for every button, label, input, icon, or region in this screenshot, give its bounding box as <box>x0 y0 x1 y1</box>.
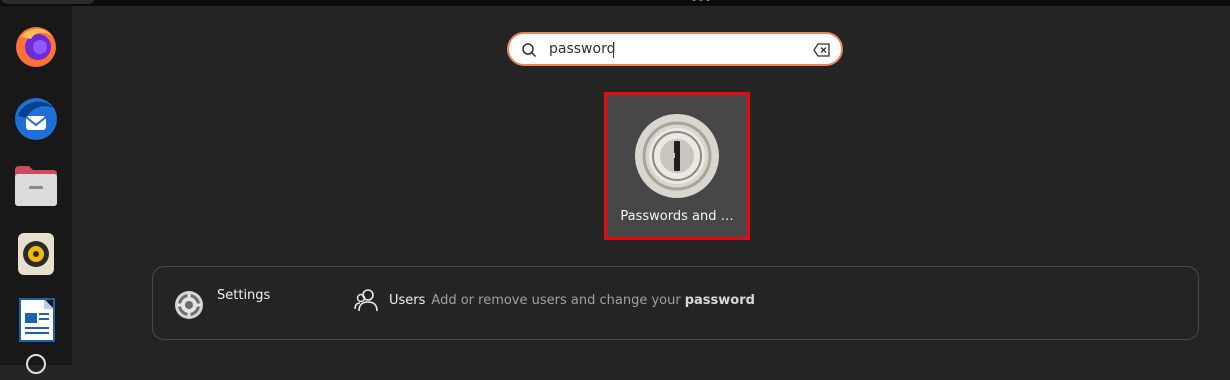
text-caret <box>613 42 614 58</box>
workspace-indicator <box>692 0 714 3</box>
search-input[interactable] <box>549 38 799 60</box>
passwords-keys-icon <box>635 114 719 198</box>
search-provider-settings: Settings Users Add or remove users and c… <box>152 266 1199 340</box>
result-title: Users <box>389 292 426 308</box>
app-label: Passwords and … <box>620 209 734 224</box>
dock-item-help[interactable] <box>8 350 64 380</box>
thunderbird-icon <box>15 98 57 140</box>
dock-item-writer[interactable] <box>8 292 64 348</box>
settings-icon[interactable] <box>173 289 205 321</box>
dock-item-firefox[interactable] <box>8 18 64 74</box>
clear-icon[interactable] <box>813 43 831 57</box>
dock-item-rhythmbox[interactable] <box>8 226 64 282</box>
result-highlight: password <box>684 292 755 308</box>
rhythmbox-icon <box>18 233 54 275</box>
provider-result-users[interactable]: Users Add or remove users and change you… <box>353 287 755 313</box>
dock <box>0 6 72 374</box>
search-icon <box>522 43 537 58</box>
help-icon <box>26 354 46 374</box>
dock-item-files[interactable] <box>8 158 64 214</box>
writer-icon <box>19 298 55 342</box>
search-field[interactable] <box>507 32 843 66</box>
activities-pill[interactable] <box>0 0 96 4</box>
user-icon <box>354 289 378 312</box>
firefox-icon <box>16 27 56 67</box>
top-bar <box>0 0 1230 6</box>
provider-name[interactable]: Settings <box>217 288 270 303</box>
result-description: Add or remove users and change your <box>431 292 681 308</box>
dock-item-thunderbird[interactable] <box>8 90 64 146</box>
app-result-passwords-and-keys[interactable]: Passwords and … <box>604 92 750 240</box>
files-icon <box>15 166 57 206</box>
